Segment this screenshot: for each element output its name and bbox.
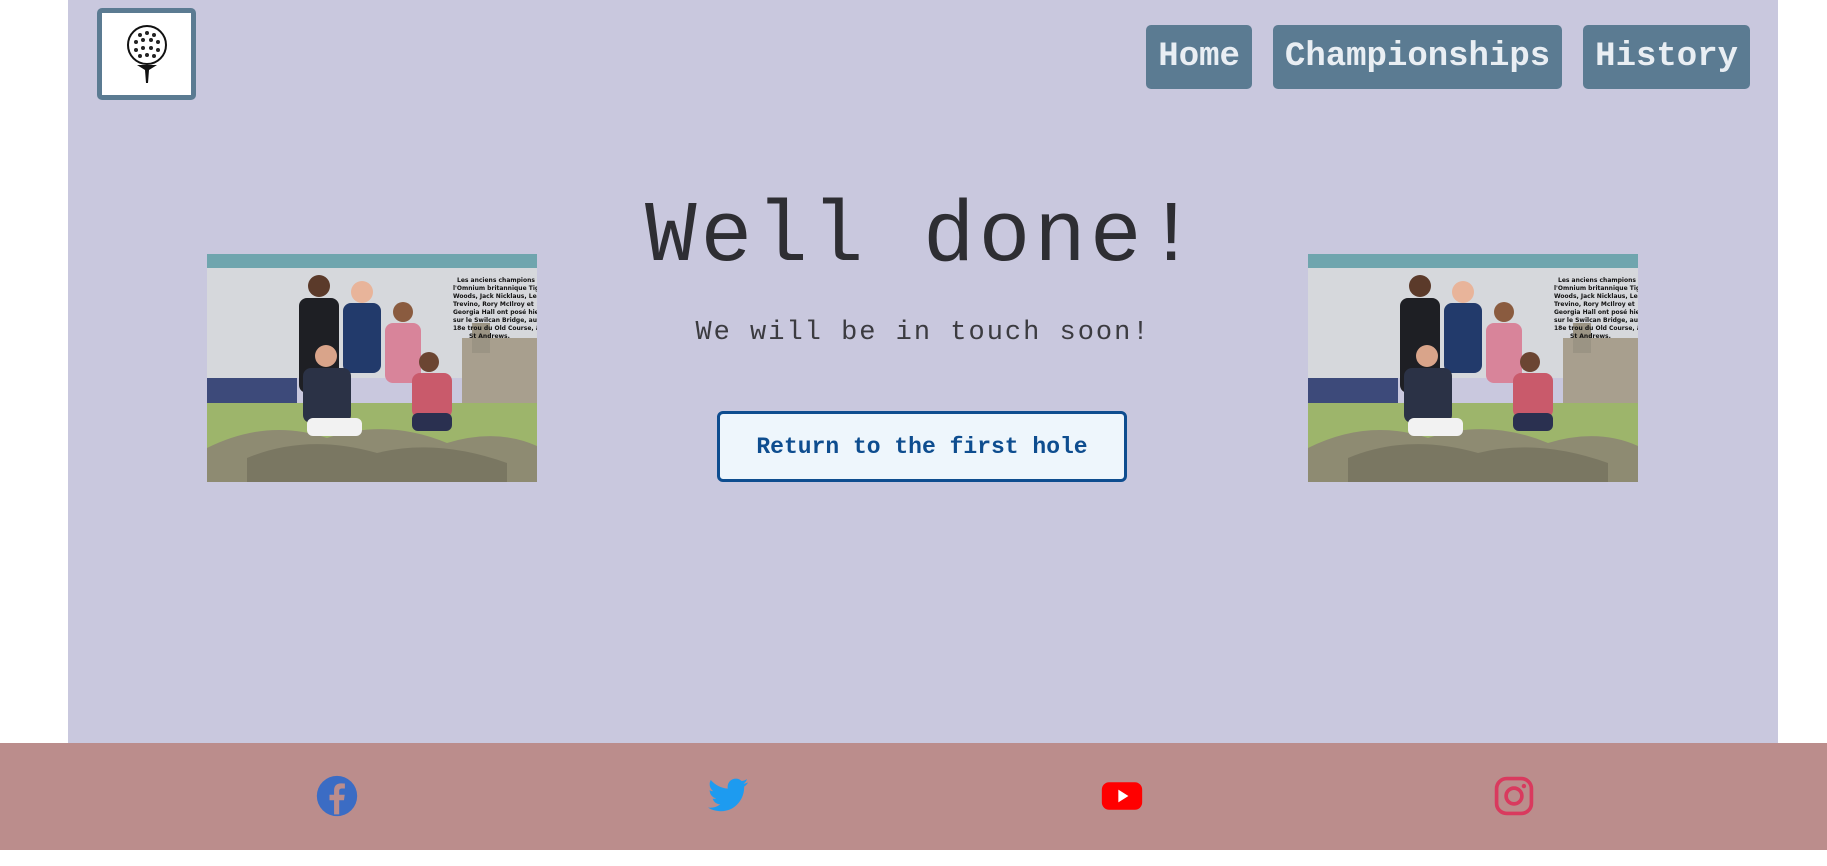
svg-text:Georgia Hall ont posé hier: Georgia Hall ont posé hier [1554,309,1638,316]
twitter-icon[interactable] [706,774,750,818]
page-title: Well done! [644,188,1202,286]
svg-text:Woods, Jack Nicklaus, Lee: Woods, Jack Nicklaus, Lee [1554,293,1638,300]
page-content: Home Championships History Les anciens c… [68,0,1778,743]
main-nav: Home Championships History [1146,25,1750,89]
champions-photo-image: Les anciens champions de l'Omnium britan… [1308,268,1638,482]
footer [0,743,1827,850]
facebook-icon[interactable] [315,774,359,818]
svg-text:Woods, Jack Nicklaus, Lee: Woods, Jack Nicklaus, Lee [453,293,537,300]
svg-text:l'Omnium britannique Tiger: l'Omnium britannique Tiger [1554,285,1638,292]
champions-photo-right: Les anciens champions de l'Omnium britan… [1308,254,1638,482]
nav-championships-button[interactable]: Championships [1272,25,1563,89]
nav-history-button[interactable]: History [1583,25,1750,89]
nav-home-button[interactable]: Home [1146,25,1252,89]
svg-text:Georgia Hall ont posé hier: Georgia Hall ont posé hier [453,309,537,316]
site-logo[interactable] [97,8,196,100]
champions-photo-left: Les anciens champions de l'Omnium britan… [207,254,537,482]
svg-text:l'Omnium britannique Tiger: l'Omnium britannique Tiger [453,285,537,292]
page-subtitle: We will be in touch soon! [695,318,1151,348]
youtube-icon[interactable] [1100,774,1144,818]
instagram-icon[interactable] [1492,774,1536,818]
return-first-hole-button[interactable]: Return to the first hole [717,411,1127,482]
golf-ball-on-tee-icon [126,25,167,83]
svg-text:Trevino, Rory McIlroy et: Trevino, Rory McIlroy et [453,301,534,308]
champions-photo-image: Les anciens champions de l'Omnium britan… [207,268,537,482]
svg-text:Trevino, Rory McIlroy et: Trevino, Rory McIlroy et [1554,301,1635,308]
